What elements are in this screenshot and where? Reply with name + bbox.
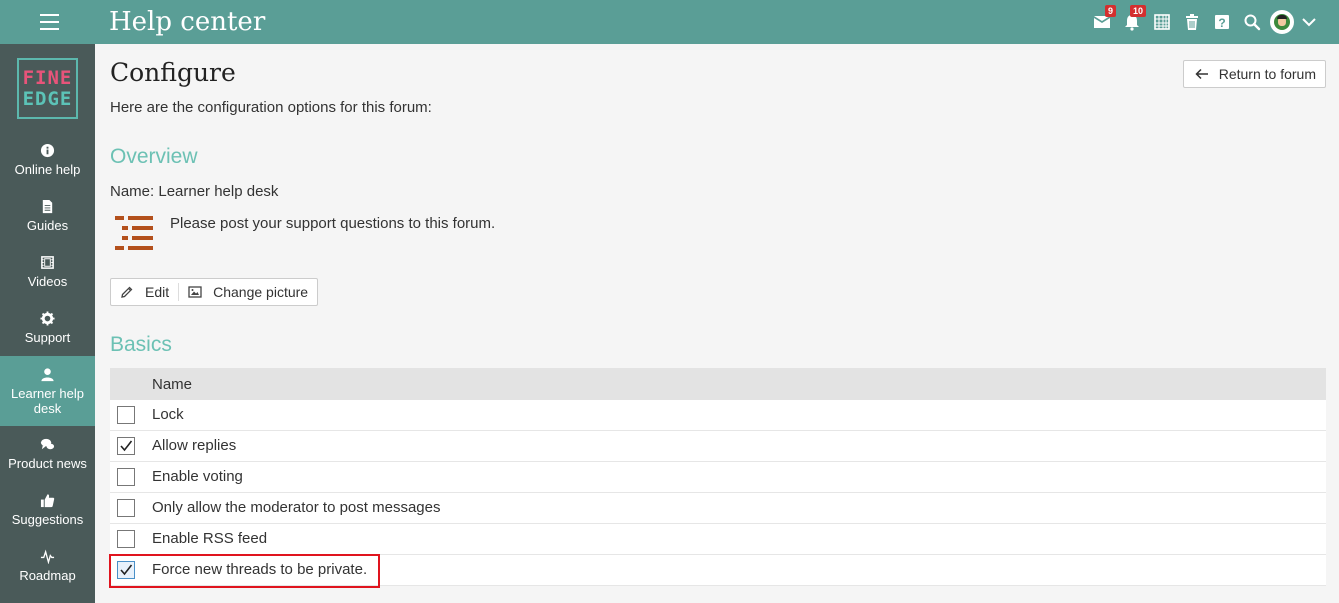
thumbs-up-icon (40, 494, 55, 508)
change-picture-button[interactable]: Change picture (179, 279, 317, 305)
sidebar-item-label: Product news (8, 456, 87, 471)
top-bar: Help center 9 10 ? (0, 0, 1339, 44)
sidebar-item-label: Online help (14, 162, 81, 177)
arrow-left-icon (1195, 68, 1208, 80)
option-row-enable-voting: Enable voting (110, 462, 1326, 493)
option-label: Enable voting (152, 468, 243, 485)
sidebar-item-suggestions[interactable]: Suggestions (0, 482, 95, 538)
sidebar-item-product-news[interactable]: Product news (0, 426, 95, 482)
sidebar-item-label: Videos (27, 274, 68, 289)
option-label: Force new threads to be private. (152, 561, 368, 578)
forum-list-icon (115, 216, 153, 250)
trash-icon (1186, 14, 1198, 30)
enable-voting-checkbox[interactable] (117, 468, 135, 486)
column-header-name: Name (152, 375, 193, 393)
messages-badge: 9 (1104, 5, 1116, 17)
film-icon (41, 256, 54, 269)
notifications-badge: 10 (1129, 5, 1146, 17)
logo-line-2: EDGE (22, 87, 73, 110)
calendar-icon (1154, 14, 1170, 30)
sidebar-item-support[interactable]: Support (0, 300, 95, 356)
option-row-rss-feed: Enable RSS feed (110, 524, 1326, 555)
edit-button[interactable]: Edit (111, 279, 178, 305)
help-button[interactable]: ? (1207, 0, 1237, 44)
document-icon (42, 199, 53, 214)
sidebar: FINE EDGE Online help Guides Videos Supp… (0, 44, 95, 603)
return-to-forum-button[interactable]: Return to forum (1182, 60, 1326, 88)
option-row-allow-replies: Allow replies (110, 431, 1326, 462)
messages-button[interactable]: 9 (1087, 0, 1117, 44)
rss-feed-checkbox[interactable] (117, 530, 135, 548)
private-threads-checkbox[interactable] (117, 561, 135, 579)
sidebar-item-label: Learner help desk (11, 385, 84, 416)
checkmark-icon (120, 440, 133, 452)
notifications-button[interactable]: 10 (1117, 0, 1147, 44)
sidebar-item-label: Roadmap (19, 568, 76, 583)
overview-actions: Edit Change picture (110, 278, 319, 306)
basics-heading: Basics (110, 333, 172, 356)
sidebar-item-guides[interactable]: Guides (0, 188, 95, 244)
pencil-icon (121, 286, 133, 298)
checkmark-icon (120, 564, 133, 576)
top-icons: 9 10 ? (1087, 0, 1321, 44)
forum-name: Name: Learner help desk (110, 183, 279, 200)
option-label: Only allow the moderator to post message… (152, 499, 441, 516)
allow-replies-checkbox[interactable] (117, 437, 135, 455)
forum-description: Please post your support questions to th… (170, 215, 496, 232)
page-title: Configure (110, 58, 236, 87)
image-icon (188, 286, 202, 298)
pulse-icon (40, 549, 55, 564)
edit-label: Edit (145, 284, 170, 300)
sidebar-item-videos[interactable]: Videos (0, 244, 95, 300)
intro-text: Here are the configuration options for t… (110, 99, 432, 116)
info-icon (40, 143, 55, 158)
option-label: Enable RSS feed (152, 530, 268, 547)
user-menu-button[interactable] (1267, 0, 1297, 44)
gear-icon (40, 311, 55, 326)
sidebar-item-learner-help-desk[interactable]: Learner help desk (0, 356, 95, 426)
svg-text:?: ? (1218, 16, 1225, 30)
chevron-down-icon (1302, 18, 1316, 27)
logo[interactable]: FINE EDGE (17, 58, 78, 119)
option-label: Allow replies (152, 437, 237, 454)
avatar (1270, 10, 1294, 34)
sidebar-nav: Online help Guides Videos Support Learne… (0, 132, 95, 594)
lock-checkbox[interactable] (117, 406, 135, 424)
search-icon (1244, 14, 1261, 31)
change-picture-label: Change picture (213, 284, 309, 300)
menu-icon[interactable] (40, 14, 59, 30)
app-title: Help center (109, 7, 266, 37)
sidebar-item-label: Support (24, 330, 71, 345)
logo-line-1: FINE (22, 66, 73, 89)
table-header: Name (110, 368, 1326, 400)
sidebar-item-online-help[interactable]: Online help (0, 132, 95, 188)
overview-heading: Overview (110, 145, 198, 168)
trash-button[interactable] (1177, 0, 1207, 44)
sidebar-item-roadmap[interactable]: Roadmap (0, 538, 95, 594)
sidebar-item-label: Guides (26, 218, 69, 233)
chat-icon (40, 438, 55, 450)
search-button[interactable] (1237, 0, 1267, 44)
option-row-moderator-only: Only allow the moderator to post message… (110, 493, 1326, 524)
basics-table: Name Lock Allow replies Enable voting On… (109, 368, 1326, 588)
user-icon (41, 367, 54, 381)
sidebar-item-label: Suggestions (11, 512, 84, 527)
option-row-lock: Lock (110, 400, 1326, 431)
moderator-only-checkbox[interactable] (117, 499, 135, 517)
calendar-button[interactable] (1147, 0, 1177, 44)
user-menu-dropdown[interactable] (1297, 0, 1321, 44)
option-row-private-threads: Force new threads to be private. (109, 554, 1326, 588)
option-label: Lock (152, 406, 184, 423)
return-to-forum-label: Return to forum (1218, 66, 1316, 82)
question-icon: ? (1215, 15, 1229, 30)
